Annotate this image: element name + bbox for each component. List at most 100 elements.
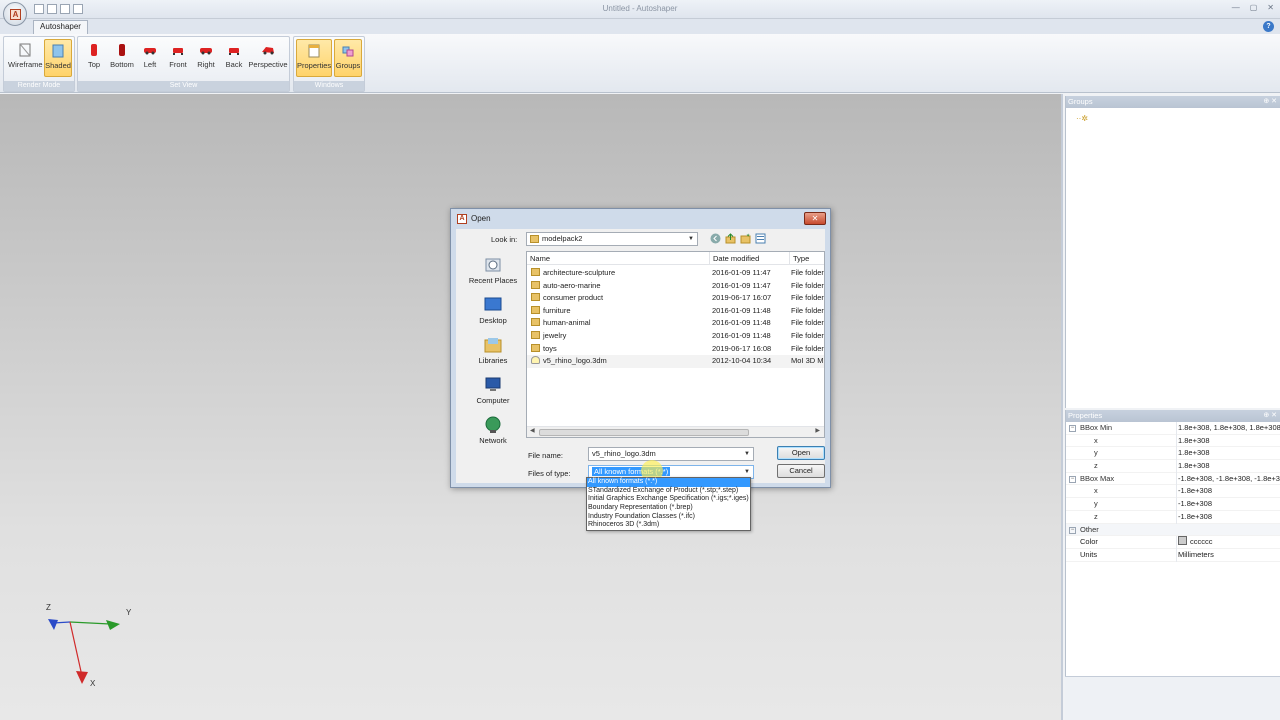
file-type-option[interactable]: Industry Foundation Classes (*.ifc) <box>587 513 750 522</box>
property-row[interactable]: − BBox Max -1.8e+308, -1.8e+308, -1.8e+308 <box>1066 472 1280 486</box>
column-header-date-modified[interactable]: Date modified <box>710 252 790 265</box>
file-type-option[interactable]: STandardized Exchange of Product (*.stp;… <box>587 487 750 496</box>
view-menu-icon[interactable] <box>755 233 766 244</box>
properties-panel: Properties ⊕ ✕ − BBox Min 1.8e+308, 1.8e+3… <box>1065 410 1280 676</box>
recent-places-icon <box>485 258 501 272</box>
dialog-title-bar: A Open ✕ <box>451 209 830 228</box>
folder-icon <box>531 293 540 302</box>
groups-window-button[interactable]: Groups <box>334 39 362 77</box>
libraries-icon <box>484 338 502 353</box>
x-axis-cone <box>76 671 88 684</box>
ribbon-group-label: Render Mode <box>4 81 74 91</box>
property-row[interactable]: Units Millimeters <box>1066 548 1280 562</box>
maximize-icon[interactable]: ▢ <box>1250 3 1258 12</box>
file-type-option[interactable]: Boundary Representation (*.brep) <box>587 504 750 513</box>
shaded-button[interactable]: Shaded <box>44 39 72 77</box>
help-icon[interactable]: ? <box>1263 21 1274 32</box>
car-left-icon <box>144 48 156 55</box>
horizontal-scrollbar[interactable]: ◀ ▶ <box>527 426 824 437</box>
axis-gizmo: Z Y X <box>46 603 132 688</box>
place-recent-places[interactable]: Recent Places <box>460 256 526 285</box>
folder-row[interactable]: architecture-sculpture 2016-01-09 11:47 Fi… <box>527 267 824 280</box>
view-bottom-button[interactable]: Bottom <box>108 39 136 77</box>
property-row[interactable]: − Other <box>1066 523 1280 537</box>
folder-row[interactable]: jewelry 2016-01-09 11:48 File folder <box>527 330 824 343</box>
view-left-button[interactable]: Left <box>136 39 164 77</box>
property-row[interactable]: − BBox Min 1.8e+308, 1.8e+308, 1.8e+308 <box>1066 422 1280 435</box>
file-name-value: v5_rhino_logo.3dm <box>592 449 656 458</box>
panel-pin-close-icons[interactable]: ⊕ ✕ <box>1263 96 1277 108</box>
property-row[interactable]: y 1.8e+308 <box>1066 447 1280 461</box>
place-desktop[interactable]: Desktop <box>460 296 526 325</box>
date-modified-cell: 2016-01-09 11:47 <box>712 280 771 290</box>
scroll-right-icon[interactable]: ▶ <box>815 427 820 434</box>
property-value: -1.8e+308 <box>1176 510 1280 524</box>
wireframe-icon <box>19 43 31 57</box>
view-right-button[interactable]: Right <box>192 39 220 77</box>
type-cell: File folder <box>791 330 824 340</box>
car-bottom-icon <box>119 44 125 56</box>
property-name: Other <box>1080 524 1099 534</box>
file-row[interactable]: v5_rhino_logo.3dm 2012-10-04 10:34 MoI 3D … <box>527 355 824 368</box>
minimize-icon[interactable]: — <box>1232 3 1240 12</box>
property-row[interactable]: z 1.8e+308 <box>1066 460 1280 473</box>
file-name-cell: jewelry <box>531 330 711 343</box>
file-name-input[interactable]: v5_rhino_logo.3dm ▼ <box>588 447 754 461</box>
folder-row[interactable]: consumer product 2019-06-17 16:07 File fol… <box>527 292 824 305</box>
new-folder-icon[interactable]: ✶ <box>740 233 751 244</box>
property-row[interactable]: y -1.8e+308 <box>1066 498 1280 511</box>
type-cell: File folder <box>791 343 824 353</box>
up-folder-icon[interactable] <box>725 233 736 244</box>
panel-pin-close-icons[interactable]: ⊕ ✕ <box>1263 410 1277 422</box>
folder-row[interactable]: auto-aero-marine 2016-01-09 11:47 File fol… <box>527 280 824 293</box>
tab-autoshaper[interactable]: Autoshaper <box>33 20 88 34</box>
view-perspective-button[interactable]: Perspective <box>248 39 288 77</box>
place-computer[interactable]: Computer <box>460 376 526 405</box>
scrollbar-thumb[interactable] <box>539 429 749 436</box>
column-header-type[interactable]: Type <box>790 252 826 265</box>
file-type-option[interactable]: Rhinoceros 3D (*.3dm) <box>587 521 750 530</box>
x-axis-label: X <box>90 679 96 688</box>
color-swatch <box>1178 536 1187 546</box>
look-in-value: modelpack2 <box>542 234 583 243</box>
file-type-label: Files of type: <box>528 469 571 478</box>
z-axis-cone <box>48 619 58 630</box>
open-button[interactable]: Open <box>777 446 825 460</box>
file-type-option[interactable]: Initial Graphics Exchange Specification … <box>587 495 750 504</box>
properties-window-button[interactable]: Properties <box>296 39 332 77</box>
property-row[interactable]: Color cccccc <box>1066 536 1280 549</box>
car-front-icon <box>173 48 183 55</box>
type-cell: File folder <box>791 305 824 315</box>
file-type-option[interactable]: All known formats (*.*) <box>587 478 750 487</box>
view-front-button[interactable]: Front <box>164 39 192 77</box>
application-menu-button[interactable]: A <box>3 2 27 26</box>
look-in-dropdown[interactable]: modelpack2 ▼ <box>526 232 698 246</box>
folder-row[interactable]: toys 2019-06-17 16:08 File folder <box>527 343 824 356</box>
view-top-button[interactable]: Top <box>80 39 108 77</box>
column-header-name[interactable]: Name <box>527 252 710 265</box>
property-row[interactable]: x 1.8e+308 <box>1066 434 1280 448</box>
dialog-close-button[interactable]: ✕ <box>804 212 826 225</box>
back-icon[interactable] <box>710 233 721 244</box>
property-row[interactable]: x -1.8e+308 <box>1066 485 1280 499</box>
property-name: Color <box>1080 537 1098 547</box>
ribbon: Wireframe Shaded Render Mode Top Bottom … <box>0 34 1280 93</box>
property-row[interactable]: z -1.8e+308 <box>1066 510 1280 524</box>
cancel-button[interactable]: Cancel <box>777 464 825 478</box>
date-modified-cell: 2016-01-09 11:47 <box>712 268 771 277</box>
place-libraries[interactable]: Libraries <box>460 336 526 365</box>
date-modified-cell: 2016-01-09 11:48 <box>712 305 771 315</box>
view-back-button[interactable]: Back <box>220 39 248 77</box>
place-network[interactable]: Network <box>460 416 526 445</box>
wireframe-button[interactable]: Wireframe <box>8 39 43 77</box>
property-value: cccccc <box>1176 536 1280 549</box>
groups-root-icon[interactable]: ··✲ <box>1076 114 1096 123</box>
file-list-header: Name Date modified Type <box>527 252 824 265</box>
folder-row[interactable]: furniture 2016-01-09 11:48 File folder <box>527 305 824 318</box>
folder-icon <box>531 318 540 327</box>
file-list[interactable]: Name Date modified Type architecture-scu… <box>526 251 825 438</box>
property-name: z <box>1094 461 1098 471</box>
close-icon[interactable]: ✕ <box>1267 3 1274 12</box>
scroll-left-icon[interactable]: ◀ <box>530 427 535 434</box>
folder-row[interactable]: human-animal 2016-01-09 11:48 File folder <box>527 317 824 330</box>
